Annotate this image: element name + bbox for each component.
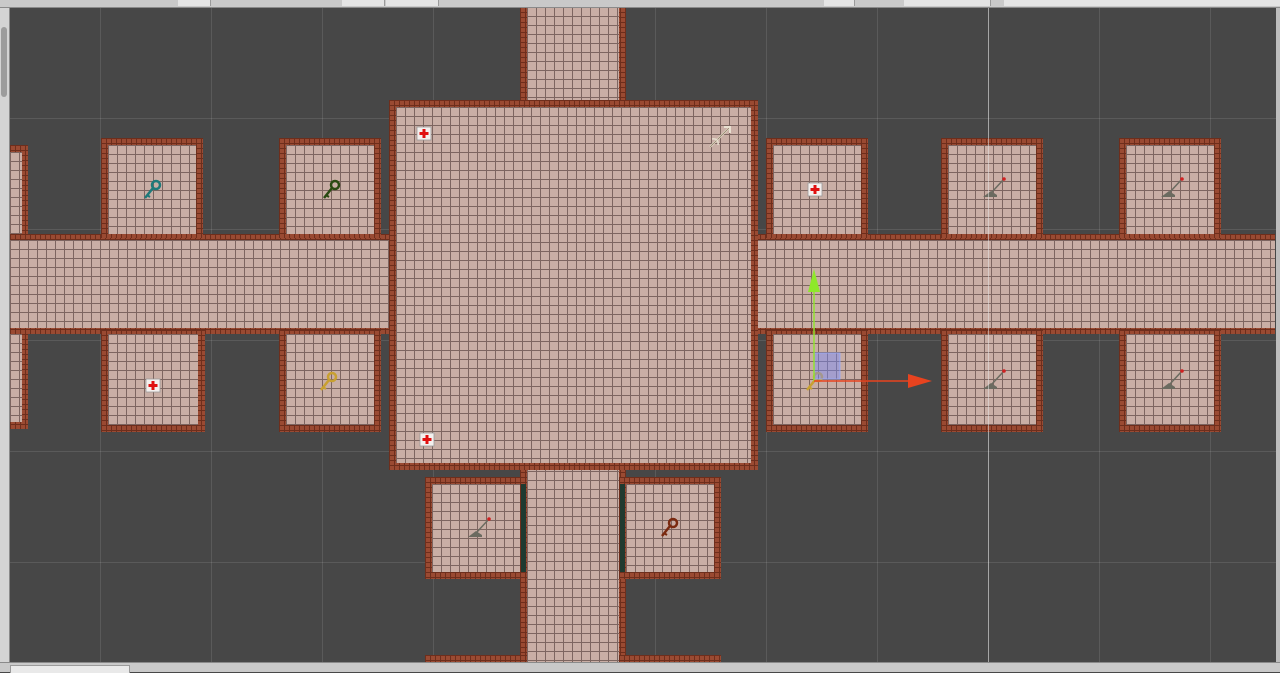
green-key-icon[interactable] <box>319 177 345 203</box>
toolbar-button[interactable] <box>824 0 855 6</box>
trap-icon[interactable] <box>465 515 491 541</box>
scene-view[interactable] <box>0 7 1280 662</box>
top-corridor-floor[interactable] <box>527 7 619 107</box>
y-arrow-icon[interactable] <box>808 269 820 292</box>
gold-key-icon[interactable] <box>316 369 342 395</box>
trap-icon[interactable] <box>980 175 1006 201</box>
search-field[interactable] <box>1004 0 1280 6</box>
editor-toolbar <box>0 0 1280 8</box>
red-key-icon[interactable] <box>657 515 683 541</box>
x-arrow-icon[interactable] <box>908 374 932 388</box>
teal-key-icon[interactable] <box>140 177 166 203</box>
bow-icon[interactable] <box>707 124 733 150</box>
medkit-icon[interactable] <box>414 427 440 453</box>
trap-icon[interactable] <box>980 367 1006 393</box>
transform-gizmo[interactable] <box>790 257 940 397</box>
toolbar-button[interactable] <box>386 0 439 6</box>
toolbar-button[interactable] <box>342 0 385 6</box>
toolbar-dropdown[interactable] <box>904 0 991 6</box>
vertical-scrollbar[interactable] <box>0 7 10 662</box>
toolbar-button[interactable] <box>178 0 211 6</box>
medkit-icon[interactable] <box>140 373 166 399</box>
medkit-icon[interactable] <box>411 121 437 147</box>
medkit-icon[interactable] <box>802 177 828 203</box>
room-floor[interactable] <box>10 334 22 422</box>
scrollbar-thumb[interactable] <box>1 27 7 97</box>
door <box>521 484 526 572</box>
trap-icon[interactable] <box>1158 367 1184 393</box>
panel-edge <box>1276 7 1280 662</box>
central-hall-floor[interactable] <box>396 107 751 463</box>
bottom-corridor-floor[interactable] <box>527 462 619 662</box>
panel-tab[interactable] <box>10 665 130 673</box>
room-wall <box>425 655 527 662</box>
door <box>620 484 625 572</box>
room-floor[interactable] <box>10 152 22 234</box>
room-wall <box>619 655 721 662</box>
guide-line <box>988 7 989 662</box>
trap-icon[interactable] <box>1158 175 1184 201</box>
plane-handle[interactable] <box>813 352 841 380</box>
